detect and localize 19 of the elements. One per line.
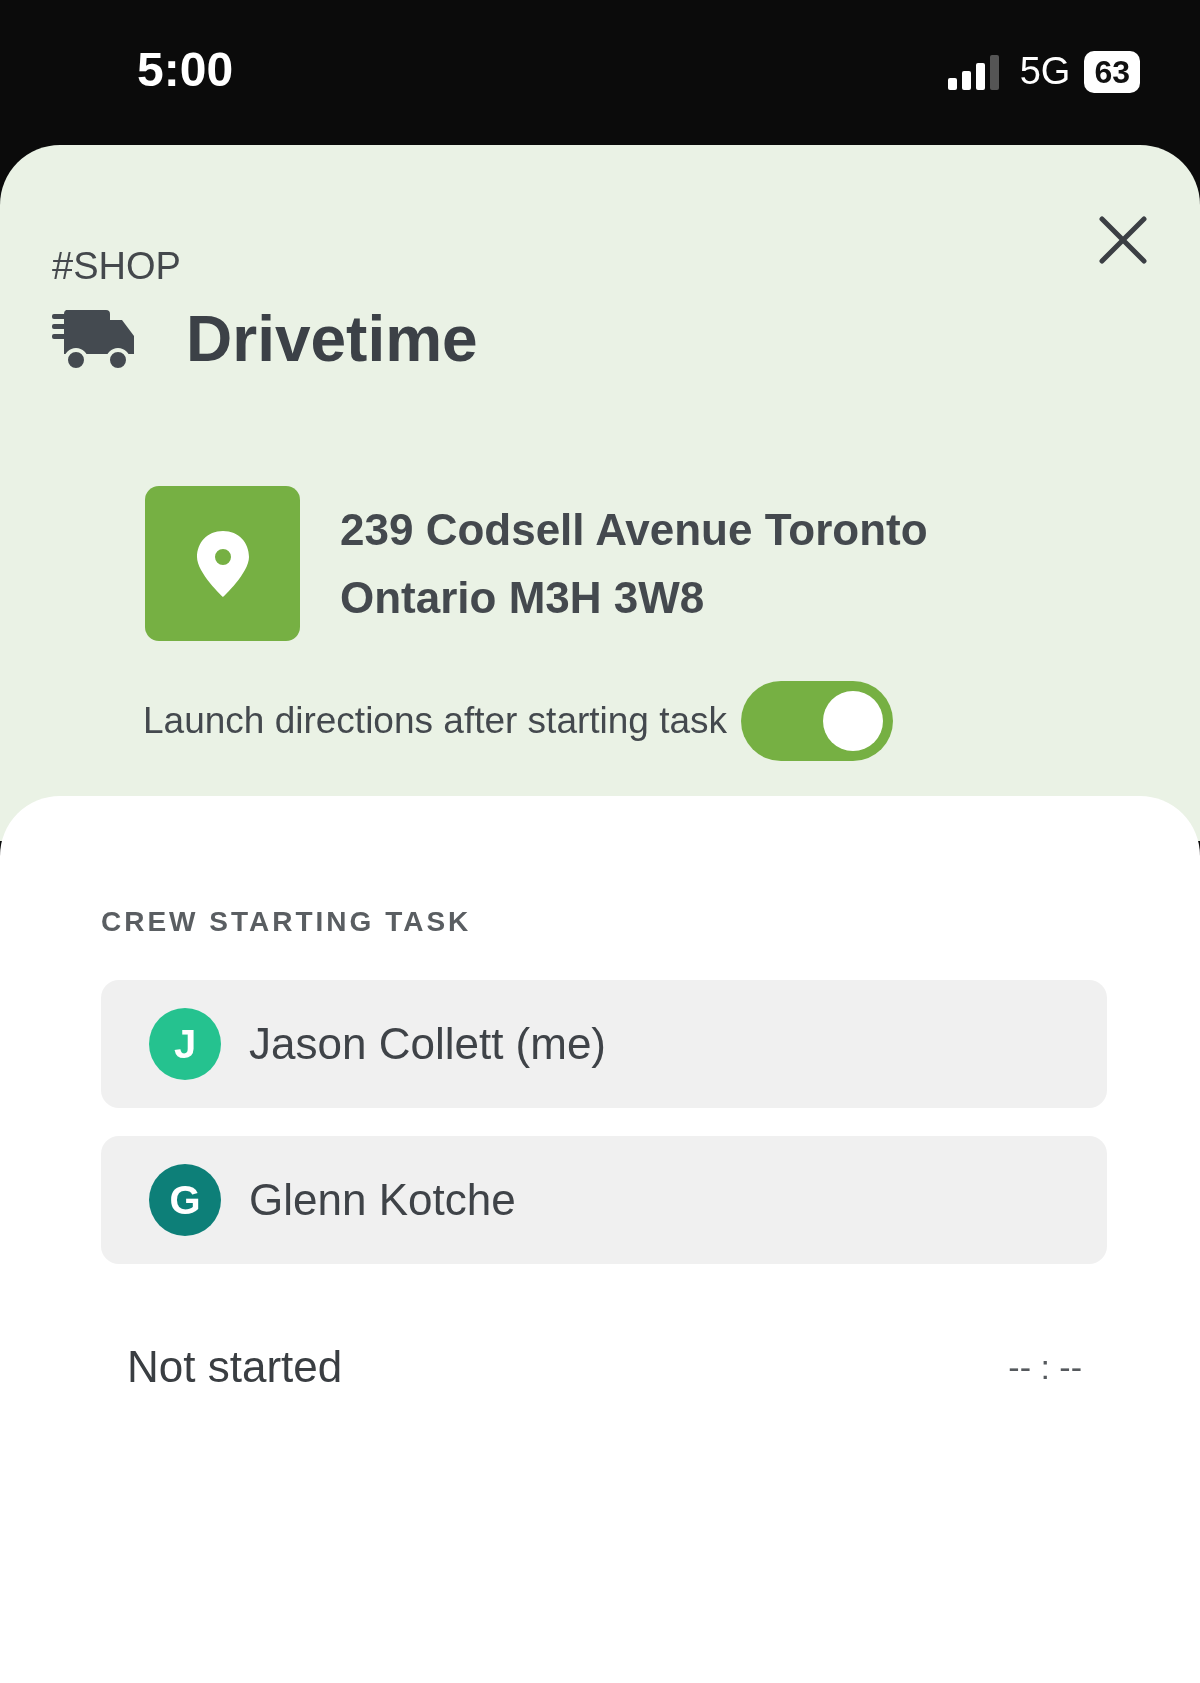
task-timer: -- : --: [1008, 1347, 1082, 1387]
task-title: Drivetime: [186, 302, 478, 376]
avatar-initial: G: [149, 1164, 221, 1236]
crew-member-row[interactable]: G Glenn Kotche: [101, 1136, 1107, 1264]
clock-time: 5:00: [137, 42, 234, 98]
launch-directions-label: Launch directions after starting task: [143, 700, 728, 742]
avatar-initial: J: [149, 1008, 221, 1080]
crew-member-row[interactable]: J Jason Collett (me): [101, 980, 1107, 1108]
crew-heading: CREW STARTING TASK: [101, 906, 473, 938]
location-pin-icon: [145, 486, 300, 641]
battery-level: 63: [1084, 50, 1140, 93]
network-label: 5G: [1019, 50, 1071, 93]
address-text: 239 Codsell Avenue Toronto Ontario M3H 3W8: [340, 503, 928, 624]
crew-member-name: Jason Collett (me): [249, 1019, 606, 1069]
task-status: Not started: [127, 1342, 343, 1392]
task-category: #SHOP: [52, 245, 182, 288]
crew-member-name: Glenn Kotche: [249, 1175, 516, 1225]
close-icon: [1098, 215, 1148, 265]
close-button[interactable]: [1098, 215, 1148, 265]
